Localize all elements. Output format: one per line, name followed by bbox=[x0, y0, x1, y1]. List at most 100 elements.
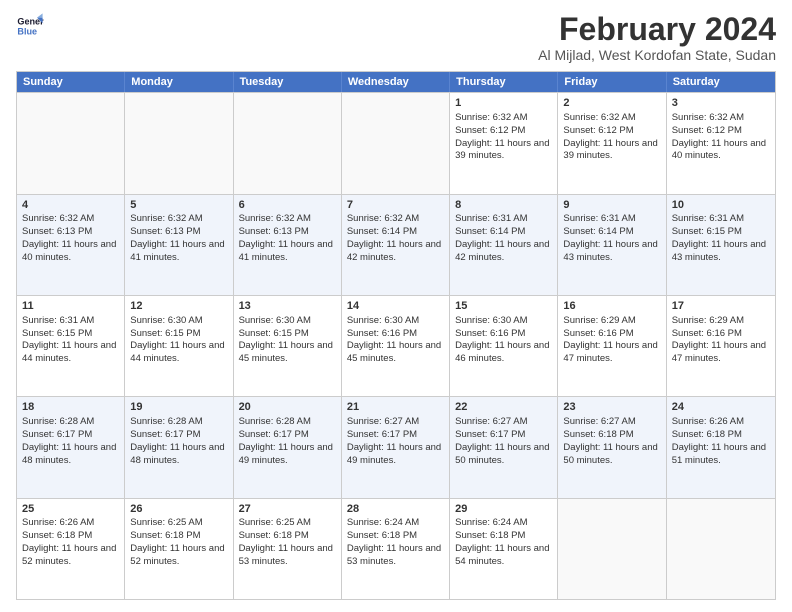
cal-cell-w1-d7: 3Sunrise: 6:32 AMSunset: 6:12 PMDaylight… bbox=[667, 93, 775, 193]
day-number: 21 bbox=[347, 400, 444, 415]
sunset-text: Sunset: 6:17 PM bbox=[22, 429, 92, 440]
cal-cell-w3-d2: 12Sunrise: 6:30 AMSunset: 6:15 PMDayligh… bbox=[125, 296, 233, 396]
sunset-text: Sunset: 6:16 PM bbox=[672, 328, 742, 339]
daylight-text: Daylight: 11 hours and 41 minutes. bbox=[130, 239, 224, 263]
daylight-text: Daylight: 11 hours and 54 minutes. bbox=[455, 543, 549, 567]
sunset-text: Sunset: 6:14 PM bbox=[347, 226, 417, 237]
day-number: 25 bbox=[22, 502, 119, 517]
cal-cell-w2-d6: 9Sunrise: 6:31 AMSunset: 6:14 PMDaylight… bbox=[558, 195, 666, 295]
svg-text:Blue: Blue bbox=[17, 26, 37, 36]
sunrise-text: Sunrise: 6:32 AM bbox=[563, 112, 635, 123]
day-number: 17 bbox=[672, 299, 770, 314]
cal-cell-w2-d3: 6Sunrise: 6:32 AMSunset: 6:13 PMDaylight… bbox=[234, 195, 342, 295]
header-thursday: Thursday bbox=[450, 72, 558, 92]
sunrise-text: Sunrise: 6:30 AM bbox=[239, 315, 311, 326]
sunset-text: Sunset: 6:18 PM bbox=[239, 530, 309, 541]
daylight-text: Daylight: 11 hours and 45 minutes. bbox=[239, 340, 333, 364]
day-number: 10 bbox=[672, 198, 770, 213]
cal-cell-w1-d5: 1Sunrise: 6:32 AMSunset: 6:12 PMDaylight… bbox=[450, 93, 558, 193]
daylight-text: Daylight: 11 hours and 39 minutes. bbox=[563, 138, 657, 162]
daylight-text: Daylight: 11 hours and 48 minutes. bbox=[22, 442, 116, 466]
cal-cell-w5-d3: 27Sunrise: 6:25 AMSunset: 6:18 PMDayligh… bbox=[234, 499, 342, 599]
day-number: 26 bbox=[130, 502, 227, 517]
cal-cell-w3-d3: 13Sunrise: 6:30 AMSunset: 6:15 PMDayligh… bbox=[234, 296, 342, 396]
sunrise-text: Sunrise: 6:32 AM bbox=[455, 112, 527, 123]
header-wednesday: Wednesday bbox=[342, 72, 450, 92]
daylight-text: Daylight: 11 hours and 43 minutes. bbox=[672, 239, 766, 263]
sunrise-text: Sunrise: 6:32 AM bbox=[672, 112, 744, 123]
sunset-text: Sunset: 6:18 PM bbox=[347, 530, 417, 541]
sunrise-text: Sunrise: 6:32 AM bbox=[130, 213, 202, 224]
sunrise-text: Sunrise: 6:30 AM bbox=[347, 315, 419, 326]
cal-cell-w2-d1: 4Sunrise: 6:32 AMSunset: 6:13 PMDaylight… bbox=[17, 195, 125, 295]
sunset-text: Sunset: 6:16 PM bbox=[455, 328, 525, 339]
sunrise-text: Sunrise: 6:32 AM bbox=[239, 213, 311, 224]
logo-icon: General Blue bbox=[16, 12, 44, 40]
day-number: 9 bbox=[563, 198, 660, 213]
sunset-text: Sunset: 6:12 PM bbox=[672, 125, 742, 136]
cal-cell-w5-d7 bbox=[667, 499, 775, 599]
cal-cell-w2-d5: 8Sunrise: 6:31 AMSunset: 6:14 PMDaylight… bbox=[450, 195, 558, 295]
day-number: 12 bbox=[130, 299, 227, 314]
day-number: 23 bbox=[563, 400, 660, 415]
day-number: 8 bbox=[455, 198, 552, 213]
sunrise-text: Sunrise: 6:30 AM bbox=[455, 315, 527, 326]
cal-cell-w4-d2: 19Sunrise: 6:28 AMSunset: 6:17 PMDayligh… bbox=[125, 397, 233, 497]
header-monday: Monday bbox=[125, 72, 233, 92]
day-number: 24 bbox=[672, 400, 770, 415]
day-number: 20 bbox=[239, 400, 336, 415]
sunrise-text: Sunrise: 6:25 AM bbox=[130, 517, 202, 528]
cal-cell-w1-d2 bbox=[125, 93, 233, 193]
cal-cell-w5-d1: 25Sunrise: 6:26 AMSunset: 6:18 PMDayligh… bbox=[17, 499, 125, 599]
header-friday: Friday bbox=[558, 72, 666, 92]
sunrise-text: Sunrise: 6:25 AM bbox=[239, 517, 311, 528]
sunset-text: Sunset: 6:17 PM bbox=[239, 429, 309, 440]
cal-cell-w4-d7: 24Sunrise: 6:26 AMSunset: 6:18 PMDayligh… bbox=[667, 397, 775, 497]
sunrise-text: Sunrise: 6:32 AM bbox=[347, 213, 419, 224]
sunrise-text: Sunrise: 6:31 AM bbox=[672, 213, 744, 224]
week-row-4: 18Sunrise: 6:28 AMSunset: 6:17 PMDayligh… bbox=[17, 396, 775, 497]
sunrise-text: Sunrise: 6:31 AM bbox=[22, 315, 94, 326]
location-title: Al Mijlad, West Kordofan State, Sudan bbox=[538, 47, 776, 63]
cal-cell-w3-d5: 15Sunrise: 6:30 AMSunset: 6:16 PMDayligh… bbox=[450, 296, 558, 396]
month-title: February 2024 bbox=[538, 12, 776, 47]
day-number: 22 bbox=[455, 400, 552, 415]
day-number: 27 bbox=[239, 502, 336, 517]
day-number: 29 bbox=[455, 502, 552, 517]
cal-cell-w3-d4: 14Sunrise: 6:30 AMSunset: 6:16 PMDayligh… bbox=[342, 296, 450, 396]
daylight-text: Daylight: 11 hours and 50 minutes. bbox=[455, 442, 549, 466]
header-tuesday: Tuesday bbox=[234, 72, 342, 92]
cal-cell-w4-d1: 18Sunrise: 6:28 AMSunset: 6:17 PMDayligh… bbox=[17, 397, 125, 497]
header-sunday: Sunday bbox=[17, 72, 125, 92]
cal-cell-w3-d6: 16Sunrise: 6:29 AMSunset: 6:16 PMDayligh… bbox=[558, 296, 666, 396]
daylight-text: Daylight: 11 hours and 40 minutes. bbox=[22, 239, 116, 263]
day-number: 14 bbox=[347, 299, 444, 314]
daylight-text: Daylight: 11 hours and 46 minutes. bbox=[455, 340, 549, 364]
sunset-text: Sunset: 6:13 PM bbox=[239, 226, 309, 237]
week-row-2: 4Sunrise: 6:32 AMSunset: 6:13 PMDaylight… bbox=[17, 194, 775, 295]
cal-cell-w2-d4: 7Sunrise: 6:32 AMSunset: 6:14 PMDaylight… bbox=[342, 195, 450, 295]
daylight-text: Daylight: 11 hours and 53 minutes. bbox=[347, 543, 441, 567]
sunrise-text: Sunrise: 6:27 AM bbox=[563, 416, 635, 427]
cal-cell-w5-d5: 29Sunrise: 6:24 AMSunset: 6:18 PMDayligh… bbox=[450, 499, 558, 599]
day-number: 5 bbox=[130, 198, 227, 213]
header-saturday: Saturday bbox=[667, 72, 775, 92]
cal-cell-w3-d1: 11Sunrise: 6:31 AMSunset: 6:15 PMDayligh… bbox=[17, 296, 125, 396]
sunset-text: Sunset: 6:15 PM bbox=[130, 328, 200, 339]
sunset-text: Sunset: 6:17 PM bbox=[347, 429, 417, 440]
cal-cell-w4-d5: 22Sunrise: 6:27 AMSunset: 6:17 PMDayligh… bbox=[450, 397, 558, 497]
daylight-text: Daylight: 11 hours and 49 minutes. bbox=[239, 442, 333, 466]
daylight-text: Daylight: 11 hours and 44 minutes. bbox=[22, 340, 116, 364]
daylight-text: Daylight: 11 hours and 41 minutes. bbox=[239, 239, 333, 263]
day-number: 19 bbox=[130, 400, 227, 415]
cal-cell-w2-d2: 5Sunrise: 6:32 AMSunset: 6:13 PMDaylight… bbox=[125, 195, 233, 295]
calendar-header-row: Sunday Monday Tuesday Wednesday Thursday… bbox=[17, 72, 775, 92]
logo: General Blue bbox=[16, 12, 44, 40]
sunrise-text: Sunrise: 6:28 AM bbox=[22, 416, 94, 427]
sunset-text: Sunset: 6:14 PM bbox=[563, 226, 633, 237]
cal-cell-w4-d4: 21Sunrise: 6:27 AMSunset: 6:17 PMDayligh… bbox=[342, 397, 450, 497]
daylight-text: Daylight: 11 hours and 42 minutes. bbox=[455, 239, 549, 263]
day-number: 7 bbox=[347, 198, 444, 213]
day-number: 1 bbox=[455, 96, 552, 111]
sunrise-text: Sunrise: 6:29 AM bbox=[563, 315, 635, 326]
